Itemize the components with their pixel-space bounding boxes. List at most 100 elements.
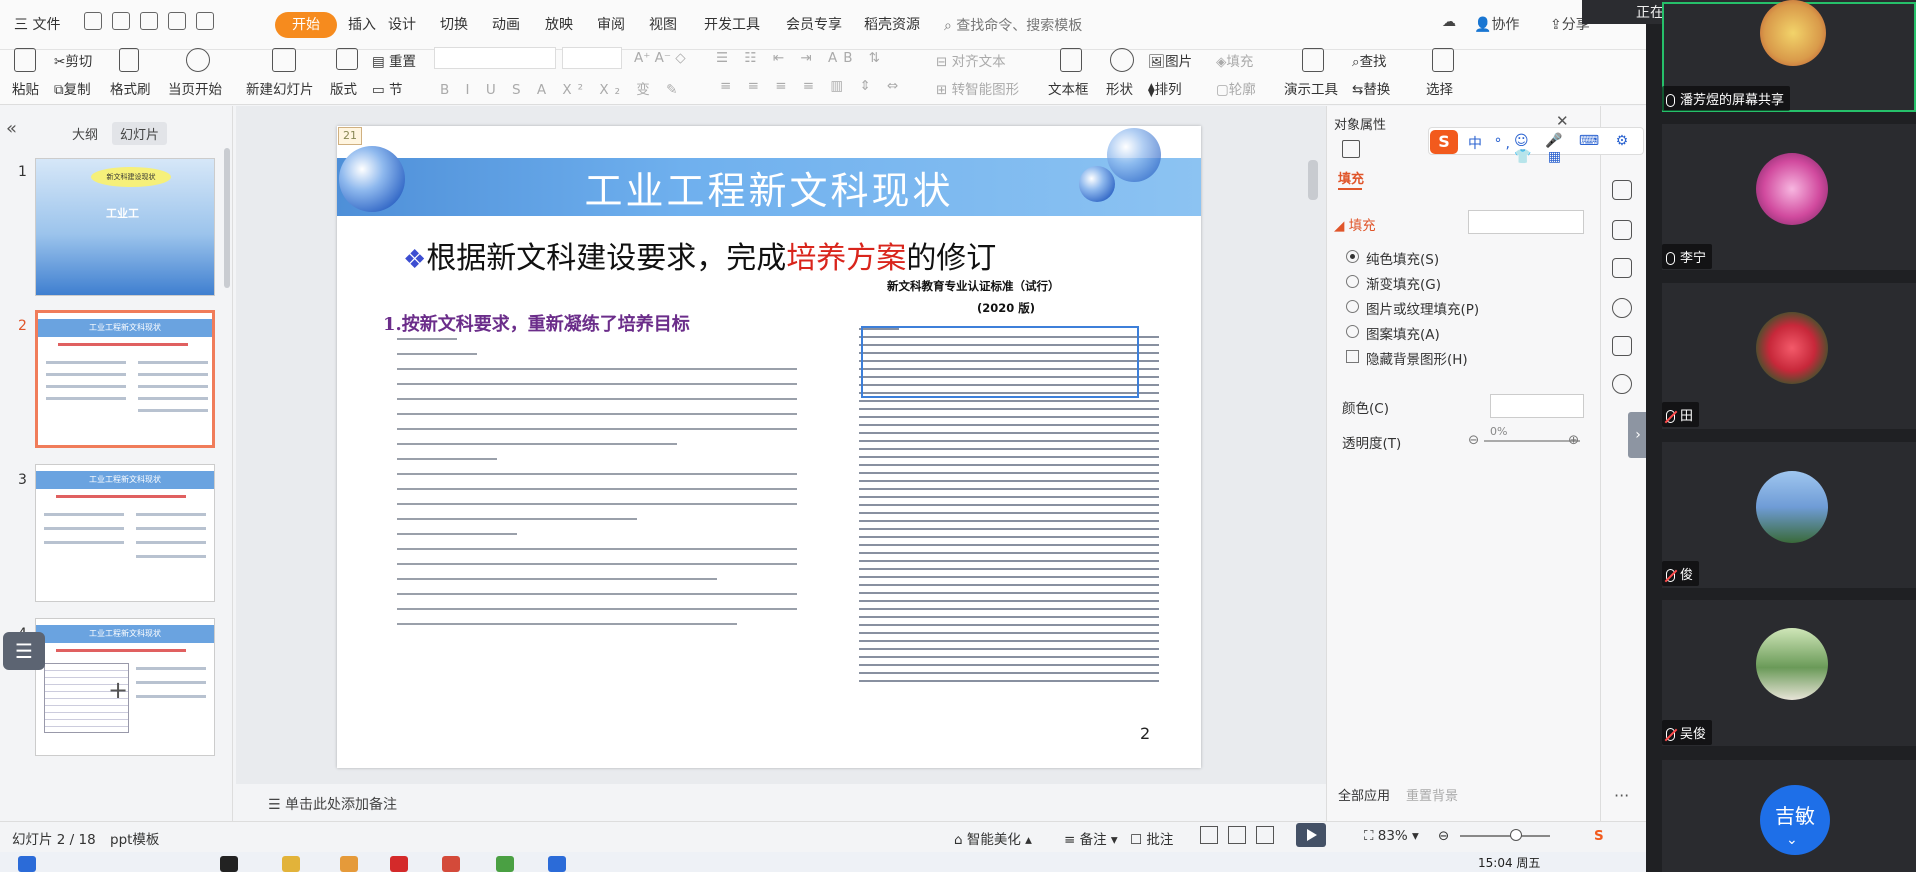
image-tool-icon[interactable] [1612,336,1632,356]
gradient-fill-label[interactable]: 渐变填充(G) [1366,273,1441,293]
pane-expand-icon[interactable]: › [1628,412,1648,458]
copy-style-icon[interactable] [1612,258,1632,278]
cloud-icon[interactable]: ☁ [1442,14,1456,30]
tab-docer[interactable]: 稻壳资源 [864,14,920,34]
canvas-scrollbar[interactable] [1308,160,1318,200]
hide-background-label[interactable]: 隐藏背景图形(H) [1366,348,1468,368]
shape-label[interactable]: 形状 [1106,78,1133,98]
tab-transitions[interactable]: 切换 [440,14,468,34]
beautify-button[interactable]: ⌂ 智能美化 ▴ [954,828,1032,848]
zoom-level[interactable]: ⛶ 83% ▾ [1364,828,1419,844]
pin-icon[interactable] [1612,220,1632,240]
picture-button[interactable]: 🖼图片 [1148,50,1192,70]
slide-thumbnail-2[interactable]: 工业工程新文科现状 [35,310,215,448]
ime-mode[interactable]: 中 °, [1468,133,1514,153]
convert-smartart-button[interactable]: ⊞ 转智能图形 [936,78,1019,98]
zoom-slider-knob[interactable] [1510,829,1522,841]
tab-slideshow[interactable]: 放映 [545,14,573,34]
font-grow-icon[interactable]: A⁺ A⁻ ◇ [634,50,686,66]
find-button[interactable]: ⌕查找 [1352,50,1387,70]
paste-label[interactable]: 粘贴 [12,78,39,98]
search-command[interactable]: ⌕ 查找命令、搜索模板 [944,15,1082,35]
layout-icon[interactable] [336,48,358,70]
textbox-label[interactable]: 文本框 [1048,78,1089,98]
select-label[interactable]: 选择 [1426,78,1453,98]
notes-toggle[interactable]: ≡ 备注 ▾ [1064,828,1118,848]
transparency-decrease[interactable]: ⊖ [1468,432,1479,448]
select-icon[interactable] [1432,48,1454,72]
reading-view-icon[interactable] [1256,826,1274,844]
textbox-icon[interactable] [1060,48,1082,72]
redo-icon[interactable] [196,12,214,30]
tab-developer[interactable]: 开发工具 [704,14,760,34]
solid-fill-label[interactable]: 纯色填充(S) [1366,248,1439,268]
play-from-current-label[interactable]: 当页开始 [168,78,222,98]
folder-icon[interactable] [282,856,300,872]
chevron-down-icon[interactable]: ⌄ [1786,832,1798,848]
save-icon[interactable] [112,12,130,30]
add-slide-button[interactable]: + [108,676,128,704]
tab-slides[interactable]: 幻灯片 [112,122,168,145]
menu-float-icon[interactable]: ☰ [3,632,45,670]
undo-icon[interactable] [168,12,186,30]
slide-thumbnail-1[interactable]: 新文科建设现状 工业工 [35,158,215,296]
slide[interactable]: 工业工程新文科现状 ❖根据新文科建设要求，完成培养方案的修订 1.按新文科要求，… [337,126,1201,768]
selection-box[interactable] [861,326,1139,398]
slides-scrollbar[interactable] [224,148,230,288]
list-icons[interactable]: ☰ ☷ ⇤ ⇥ AB ⇅ [716,50,886,66]
transparency-slider[interactable] [1484,440,1580,442]
new-slide-icon[interactable] [272,48,296,72]
transparency-increase[interactable]: ⊕ [1568,432,1579,448]
copy-button[interactable]: ⧉复制 [54,78,91,98]
start-icon[interactable] [18,856,36,872]
shape-icon[interactable] [1110,48,1134,72]
outline-button[interactable]: ▢轮廓 [1216,78,1256,98]
align-icons[interactable]: ≡ ≡ ≡ ≡ ▥ ⇕ ⇔ [720,78,904,94]
taskbar-app-icon[interactable] [340,856,358,872]
comment-toggle[interactable]: ☐ 批注 [1130,828,1173,848]
normal-view-icon[interactable] [1200,826,1218,844]
help-icon[interactable] [1612,298,1632,318]
tab-insert[interactable]: 插入 [348,14,376,34]
paste-icon[interactable] [14,48,36,72]
template-name[interactable]: ppt模板 [110,828,159,848]
solid-fill-radio[interactable] [1346,250,1359,263]
open-icon[interactable] [84,12,102,30]
fill-section-header[interactable]: ◢ 填充 [1334,214,1376,234]
more-icon[interactable]: ··· [1614,786,1629,805]
tab-home[interactable]: 开始 [275,12,337,38]
replace-button[interactable]: ⇆替换 [1352,78,1390,98]
arrange-button[interactable]: ⧫排列 [1148,78,1182,98]
format-painter-icon[interactable] [119,48,139,72]
color-dropdown[interactable] [1490,394,1584,418]
tab-member[interactable]: 会员专享 [786,14,842,34]
apply-all-button[interactable]: 全部应用 [1338,785,1390,804]
slide-thumbnail-3[interactable]: 工业工程新文科现状 [35,464,215,602]
word-icon[interactable] [548,856,566,872]
play-slideshow-button[interactable] [1296,823,1326,847]
print-icon[interactable] [140,12,158,30]
location-icon[interactable] [1612,374,1632,394]
pdf-icon[interactable] [390,856,408,872]
hide-background-checkbox[interactable] [1346,350,1359,363]
picture-fill-radio[interactable] [1346,300,1359,313]
layout-label[interactable]: 版式 [330,78,357,98]
tab-animations[interactable]: 动画 [492,14,520,34]
tab-review[interactable]: 审阅 [597,14,625,34]
tab-view[interactable]: 视图 [649,14,677,34]
sorter-view-icon[interactable] [1228,826,1246,844]
pattern-fill-radio[interactable] [1346,325,1359,338]
notes-input[interactable]: ☰ 单击此处添加备注 [268,794,397,814]
ime-logo[interactable]: S [1430,130,1458,154]
font-style-icons[interactable]: B I U S A X² X₂ 变 ✎ [440,78,683,98]
tab-fill[interactable]: 填充 [1338,168,1364,187]
reset-background-button[interactable]: 重置背景 [1406,785,1458,804]
presentation-tools-icon[interactable] [1302,48,1324,72]
tab-design[interactable]: 设计 [388,14,416,34]
pane-title[interactable]: 对象属性 [1334,114,1386,133]
font-name-select[interactable] [434,47,556,69]
taskbar-app-icon[interactable] [496,856,514,872]
section-button[interactable]: ▭ 节 [372,78,403,98]
fill-bucket-icon[interactable] [1342,140,1360,158]
zoom-out-icon[interactable]: ⊖ [1438,828,1449,844]
